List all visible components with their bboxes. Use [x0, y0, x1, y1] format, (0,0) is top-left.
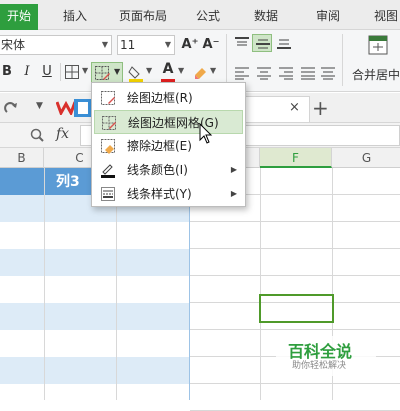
- tab-home[interactable]: 开始: [0, 4, 38, 30]
- band-fill: [0, 330, 190, 357]
- tab-page-layout[interactable]: 页面布局: [108, 4, 178, 30]
- tab-formulas[interactable]: 公式: [188, 4, 228, 30]
- column-header-f[interactable]: F: [260, 148, 332, 168]
- draw-border-icon: [101, 91, 115, 105]
- justify-icon[interactable]: [300, 66, 316, 80]
- chevron-down-icon[interactable]: ▼: [146, 66, 152, 75]
- menu-item-label: 线条样式(Y): [127, 187, 192, 201]
- selected-cell[interactable]: [259, 294, 334, 323]
- font-size-value: 11: [120, 38, 136, 52]
- column-header-g[interactable]: G: [332, 148, 400, 168]
- draw-border-dropdown-button[interactable]: ▼: [91, 62, 123, 83]
- shrink-font-button[interactable]: A⁻: [202, 36, 220, 54]
- italic-button[interactable]: I: [18, 63, 36, 81]
- divider: [226, 34, 227, 86]
- band-fill: [0, 222, 190, 249]
- doc-logo[interactable]: [74, 99, 92, 117]
- distributed-align-icon[interactable]: [320, 66, 336, 80]
- fill-color-button[interactable]: [128, 64, 144, 82]
- table-row[interactable]: [0, 303, 400, 330]
- align-top-icon[interactable]: [234, 36, 250, 50]
- chevron-down-icon[interactable]: ▼: [82, 66, 88, 75]
- column-header-b[interactable]: B: [0, 148, 44, 168]
- align-bottom-icon[interactable]: [276, 36, 292, 50]
- align-center-icon[interactable]: [256, 66, 272, 80]
- chevron-down-icon: ▼: [164, 40, 171, 49]
- band-fill: [0, 249, 190, 276]
- ribbon-tab-bar: 开始 插入 页面布局 公式 数据 审阅 视图: [0, 0, 400, 30]
- merge-center-button[interactable]: 合并居中: [346, 32, 400, 90]
- tab-review[interactable]: 审阅: [308, 4, 348, 30]
- function-fx-button[interactable]: fx: [56, 126, 69, 142]
- submenu-arrow-icon: ▶: [230, 165, 237, 174]
- table-row[interactable]: [0, 249, 400, 276]
- band-fill: [0, 276, 190, 303]
- watermark-subtitle: 助你轻松解决: [292, 361, 347, 371]
- merge-center-label: 合并居中: [352, 68, 400, 82]
- chevron-down-icon[interactable]: ▼: [36, 101, 43, 111]
- table-row[interactable]: [0, 222, 400, 249]
- menu-item-label: 擦除边框(E): [127, 139, 192, 153]
- grid-line: [44, 168, 45, 400]
- bold-button[interactable]: B: [0, 63, 16, 81]
- grow-font-button[interactable]: A⁺: [181, 36, 199, 54]
- menu-item-label: 绘图边框(R): [127, 91, 193, 105]
- line-style-icon: [101, 187, 115, 201]
- font-color-glyph: A: [162, 61, 174, 77]
- align-middle-button[interactable]: [252, 34, 272, 52]
- draw-border-icon: [95, 66, 110, 80]
- clear-format-button[interactable]: [192, 64, 208, 80]
- font-color-button[interactable]: A: [160, 61, 176, 83]
- table-header-cell[interactable]: 列3: [56, 171, 80, 191]
- menu-item-label: 线条颜色(I): [127, 163, 188, 177]
- menu-item-draw-border-grid[interactable]: 绘图边框网格(G): [94, 110, 243, 134]
- draw-border-grid-icon: [102, 116, 116, 130]
- eraser-icon: [195, 68, 206, 79]
- divider: [342, 34, 343, 86]
- grid-line: [260, 168, 261, 400]
- chevron-down-icon[interactable]: ▼: [178, 66, 184, 75]
- align-right-icon[interactable]: [278, 66, 294, 80]
- tab-insert[interactable]: 插入: [52, 4, 98, 30]
- band-fill: [0, 384, 190, 411]
- erase-border-icon: [101, 139, 115, 154]
- table-row[interactable]: [0, 384, 400, 411]
- merge-cells-icon: [368, 35, 388, 55]
- watermark: 百科全说 助你轻松解决: [276, 336, 376, 376]
- menu-item-draw-border[interactable]: 绘图边框(R): [94, 86, 243, 110]
- divider: [60, 63, 61, 81]
- band-fill: [0, 303, 190, 330]
- font-name-value: 宋体: [1, 38, 26, 52]
- font-size-combo[interactable]: 11 ▼: [117, 35, 175, 55]
- align-middle-icon: [256, 39, 270, 49]
- table-row[interactable]: [0, 276, 400, 303]
- band-fill: [0, 357, 190, 384]
- close-icon[interactable]: ×: [289, 100, 300, 115]
- tab-view[interactable]: 视图: [366, 4, 400, 30]
- submenu-arrow-icon: ▶: [230, 189, 237, 198]
- document-icon: [78, 102, 88, 114]
- redo-icon[interactable]: [4, 101, 18, 115]
- wps-logo-icon: [55, 100, 77, 117]
- new-tab-plus-icon[interactable]: +: [312, 96, 329, 120]
- borders-button[interactable]: [64, 64, 80, 80]
- font-name-combo[interactable]: 宋体 ▼: [0, 35, 112, 55]
- line-color-icon: [101, 164, 115, 178]
- chevron-down-icon: ▼: [114, 67, 121, 76]
- align-left-icon[interactable]: [234, 66, 250, 80]
- paint-bucket-icon: [128, 66, 143, 82]
- chevron-down-icon: ▼: [101, 40, 108, 49]
- tab-data[interactable]: 数据: [246, 4, 286, 30]
- border-grid-icon: [65, 65, 79, 79]
- menu-item-line-color[interactable]: 线条颜色(I) ▶: [94, 158, 243, 182]
- menu-item-erase-border[interactable]: 擦除边框(E): [94, 134, 243, 158]
- zoom-icon[interactable]: [30, 128, 44, 142]
- menu-item-line-style[interactable]: 线条样式(Y) ▶: [94, 182, 243, 206]
- chevron-down-icon[interactable]: ▼: [210, 66, 216, 75]
- mouse-cursor-icon: [199, 123, 213, 144]
- wps-logo[interactable]: [55, 99, 77, 117]
- border-draw-menu: 绘图边框(R) 绘图边框网格(G) 擦除边框(E) 线条颜色(I) ▶ 线条样式…: [91, 82, 246, 207]
- underline-button[interactable]: U: [38, 63, 56, 81]
